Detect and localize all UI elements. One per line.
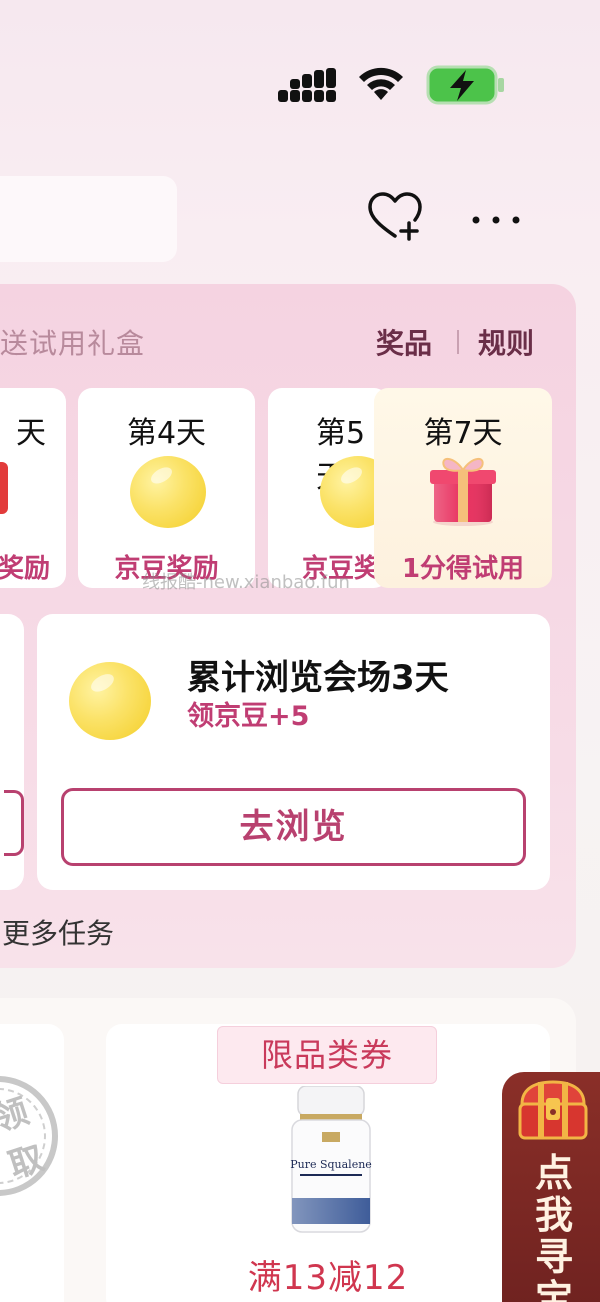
browse-task-title: 累计浏览会场3天: [187, 658, 449, 698]
product-bottle-image: Pure Squalene: [290, 1086, 372, 1233]
day-card-5[interactable]: 第5天 京豆奖: [268, 388, 388, 588]
previous-task-card[interactable]: [0, 614, 24, 890]
search-input[interactable]: [0, 176, 177, 262]
browse-task-reward: 领京豆+5: [187, 701, 310, 732]
coupon-card[interactable]: 限品类券 Pure Squalene 满13减12: [106, 1024, 550, 1302]
status-bar: [0, 0, 600, 150]
panel-title: 送试用礼盒: [0, 327, 146, 360]
jd-bean-icon: [69, 662, 151, 740]
day-card-7[interactable]: 第7天 1分得试用: [374, 388, 552, 588]
gift-box-icon: [430, 458, 496, 526]
coupon-category-tag: 限品类券: [217, 1026, 437, 1084]
day-label: 第4天: [126, 416, 207, 451]
link-divider: [457, 330, 459, 354]
rules-link[interactable]: 规则: [478, 322, 534, 362]
coupon-price: 满13减12: [247, 1258, 409, 1298]
day-label: 天: [16, 416, 46, 451]
day-reward: 奖励: [0, 554, 50, 584]
battery-charging-icon: [426, 65, 504, 105]
day-reward: 1分得试用: [401, 554, 525, 584]
go-browse-button[interactable]: 去浏览: [61, 788, 526, 866]
treasure-hunt-widget[interactable]: 点我寻宝: [502, 1072, 600, 1302]
day-card-3[interactable]: 天 奖励: [0, 388, 66, 588]
previous-task-button[interactable]: [4, 790, 24, 856]
watermark: 线报酷-new.xianbao.fun: [142, 572, 350, 593]
cellular-signal-icon: [278, 68, 336, 102]
treasure-chest-icon: [518, 1080, 588, 1140]
coupon-card-claimed[interactable]: 领取: [0, 1024, 64, 1302]
wifi-icon: [359, 67, 403, 100]
product-label: Pure Squalene: [290, 1158, 372, 1171]
day-card-4[interactable]: 第4天 京豆奖励: [78, 388, 255, 588]
prizes-link[interactable]: 奖品: [376, 322, 432, 362]
more-icon[interactable]: [470, 210, 522, 230]
jd-bean-icon: [130, 456, 206, 528]
treasure-hunt-label: 点我寻宝: [534, 1151, 573, 1302]
reward-item-icon: [0, 462, 8, 514]
heart-plus-icon[interactable]: [366, 190, 424, 242]
more-tasks-link[interactable]: 更多任务: [2, 912, 114, 952]
browse-task-card: 累计浏览会场3天 领京豆+5 去浏览: [37, 614, 550, 890]
